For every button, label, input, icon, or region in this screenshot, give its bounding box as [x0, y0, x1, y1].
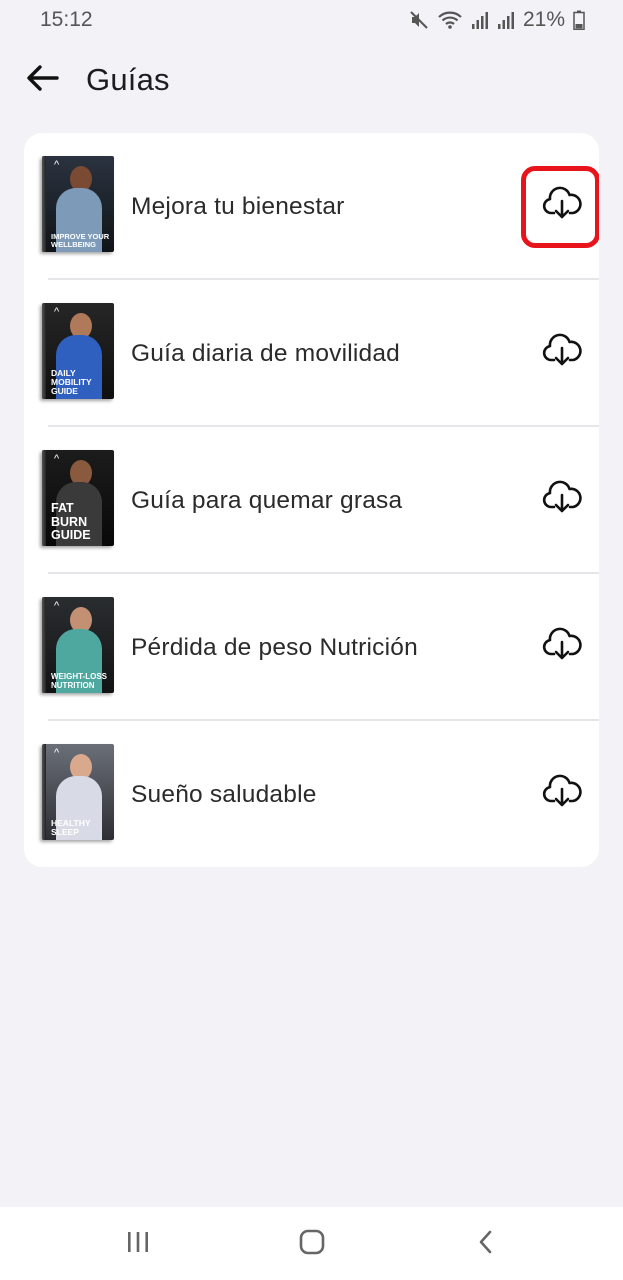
guide-cover-fat-burn: ^ FAT BURN GUIDE	[42, 450, 114, 546]
guide-item-nutrition[interactable]: ^ WEIGHT-LOSS NUTRITION Pérdida de peso …	[24, 574, 599, 721]
guide-title: Mejora tu bienestar	[131, 192, 345, 220]
guide-cover-nutrition: ^ WEIGHT-LOSS NUTRITION	[42, 597, 114, 693]
guide-title: Pérdida de peso Nutrición	[131, 633, 418, 661]
download-button[interactable]	[540, 773, 584, 813]
page-title: Guías	[86, 62, 170, 97]
battery-icon	[573, 10, 585, 30]
cloud-download-icon	[542, 480, 582, 519]
system-nav-bar	[0, 1207, 623, 1280]
download-button[interactable]	[540, 479, 584, 519]
guide-title: Guía diaria de movilidad	[131, 339, 401, 367]
back-button[interactable]	[24, 62, 60, 98]
download-button[interactable]	[540, 332, 584, 372]
cover-text: DAILY MOBILITY GUIDE	[51, 368, 92, 397]
system-back-button[interactable]	[466, 1229, 506, 1259]
battery-level: 21%	[522, 8, 565, 31]
download-button[interactable]	[540, 626, 584, 666]
highlight-marker	[521, 166, 599, 248]
guide-title: Guía para quemar grasa	[131, 486, 403, 514]
recent-apps-icon	[125, 1230, 151, 1259]
cloud-download-icon	[542, 774, 582, 813]
cover-text: FAT BURN GUIDE	[51, 500, 91, 543]
arrow-left-icon	[25, 63, 59, 98]
guide-item-wellbeing[interactable]: ^ IMPROVE YOUR WELLBEING Mejora tu biene…	[24, 133, 599, 280]
status-icons: 21%	[409, 8, 585, 32]
guides-list: ^ IMPROVE YOUR WELLBEING Mejora tu biene…	[24, 133, 599, 867]
cloud-download-icon	[542, 333, 582, 372]
recent-apps-button[interactable]	[118, 1229, 158, 1259]
status-time: 15:12	[40, 8, 93, 31]
mute-icon	[409, 10, 429, 30]
signal-icon	[471, 10, 489, 30]
guide-item-sleep[interactable]: ^ HEALTHY SLEEP Sueño saludable	[24, 721, 599, 867]
guide-item-fat-burn[interactable]: ^ FAT BURN GUIDE Guía para quemar grasa	[24, 427, 599, 574]
cloud-download-icon	[542, 627, 582, 666]
guide-cover-sleep: ^ HEALTHY SLEEP	[42, 744, 114, 840]
cover-text: IMPROVE YOUR WELLBEING	[51, 232, 110, 250]
cover-text: WEIGHT-LOSS NUTRITION	[51, 672, 107, 690]
guide-item-mobility[interactable]: ^ DAILY MOBILITY GUIDE Guía diaria de mo…	[24, 280, 599, 427]
guide-cover-wellbeing: ^ IMPROVE YOUR WELLBEING	[42, 156, 114, 252]
home-icon	[299, 1229, 325, 1260]
home-button[interactable]	[292, 1229, 332, 1259]
status-bar: 15:12 21%	[0, 0, 623, 40]
guide-cover-mobility: ^ DAILY MOBILITY GUIDE	[42, 303, 114, 399]
guide-title: Sueño saludable	[131, 780, 317, 808]
signal-icon	[497, 10, 515, 30]
back-icon	[476, 1229, 496, 1260]
cover-text: HEALTHY SLEEP	[51, 818, 91, 838]
app-header: Guías	[0, 48, 623, 112]
wifi-icon	[437, 10, 463, 30]
